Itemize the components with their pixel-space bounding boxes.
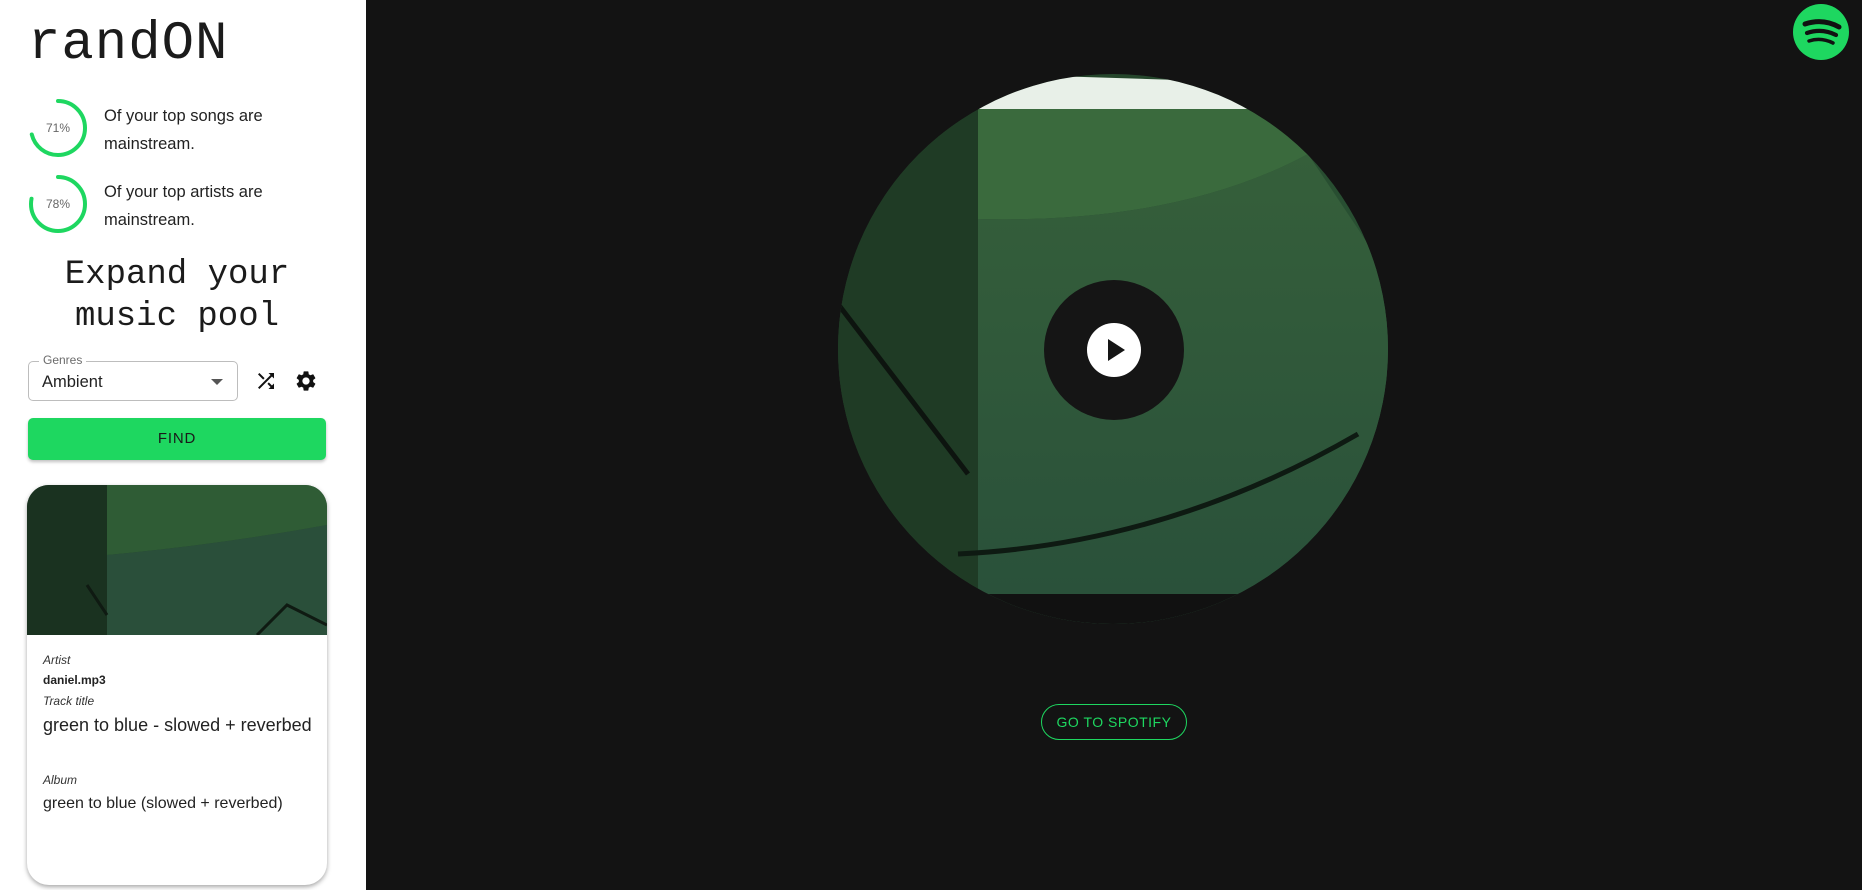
- stat-percent: 78%: [45, 197, 71, 211]
- genres-value: Ambient: [42, 373, 103, 391]
- settings-button[interactable]: [291, 366, 321, 396]
- stat-percent: 71%: [45, 121, 71, 135]
- shuffle-button[interactable]: [251, 366, 281, 396]
- stat-text: Of your top artists are mainstream.: [104, 183, 263, 229]
- find-button[interactable]: FIND: [28, 418, 326, 460]
- album-name: green to blue (slowed + reverbed): [43, 795, 283, 812]
- track-card: Artist daniel.mp3 Track title green to b…: [27, 485, 327, 885]
- app-title: randON: [28, 14, 229, 75]
- stat-top-songs: 71% Of your top songs are mainstream.: [28, 98, 328, 162]
- album-label: Album: [43, 773, 78, 787]
- track-title: green to blue - slowed + reverbed: [43, 715, 312, 735]
- track-title-label: Track title: [43, 694, 95, 708]
- genres-select[interactable]: Genres Ambient: [28, 353, 238, 401]
- artist-name: daniel.mp3: [43, 673, 106, 687]
- artist-label: Artist: [43, 653, 71, 667]
- sidebar: randON 71% Of your top songs are mainstr…: [0, 0, 366, 890]
- expand-heading: Expand your music pool: [64, 256, 290, 336]
- gear-icon: [296, 371, 316, 391]
- genres-label: Genres: [39, 353, 87, 367]
- shuffle-icon: [258, 373, 274, 389]
- stat-top-artists: 78% Of your top artists are mainstream.: [28, 174, 328, 238]
- play-icon: [1087, 323, 1141, 377]
- album-art-thumbnail: [27, 485, 327, 635]
- spotify-logo-icon[interactable]: [1793, 4, 1849, 60]
- play-button[interactable]: [1044, 280, 1184, 420]
- chevron-down-icon: [211, 379, 223, 385]
- go-to-spotify-button[interactable]: GO TO SPOTIFY: [1041, 704, 1187, 740]
- stat-text: Of your top songs are mainstream.: [104, 107, 263, 153]
